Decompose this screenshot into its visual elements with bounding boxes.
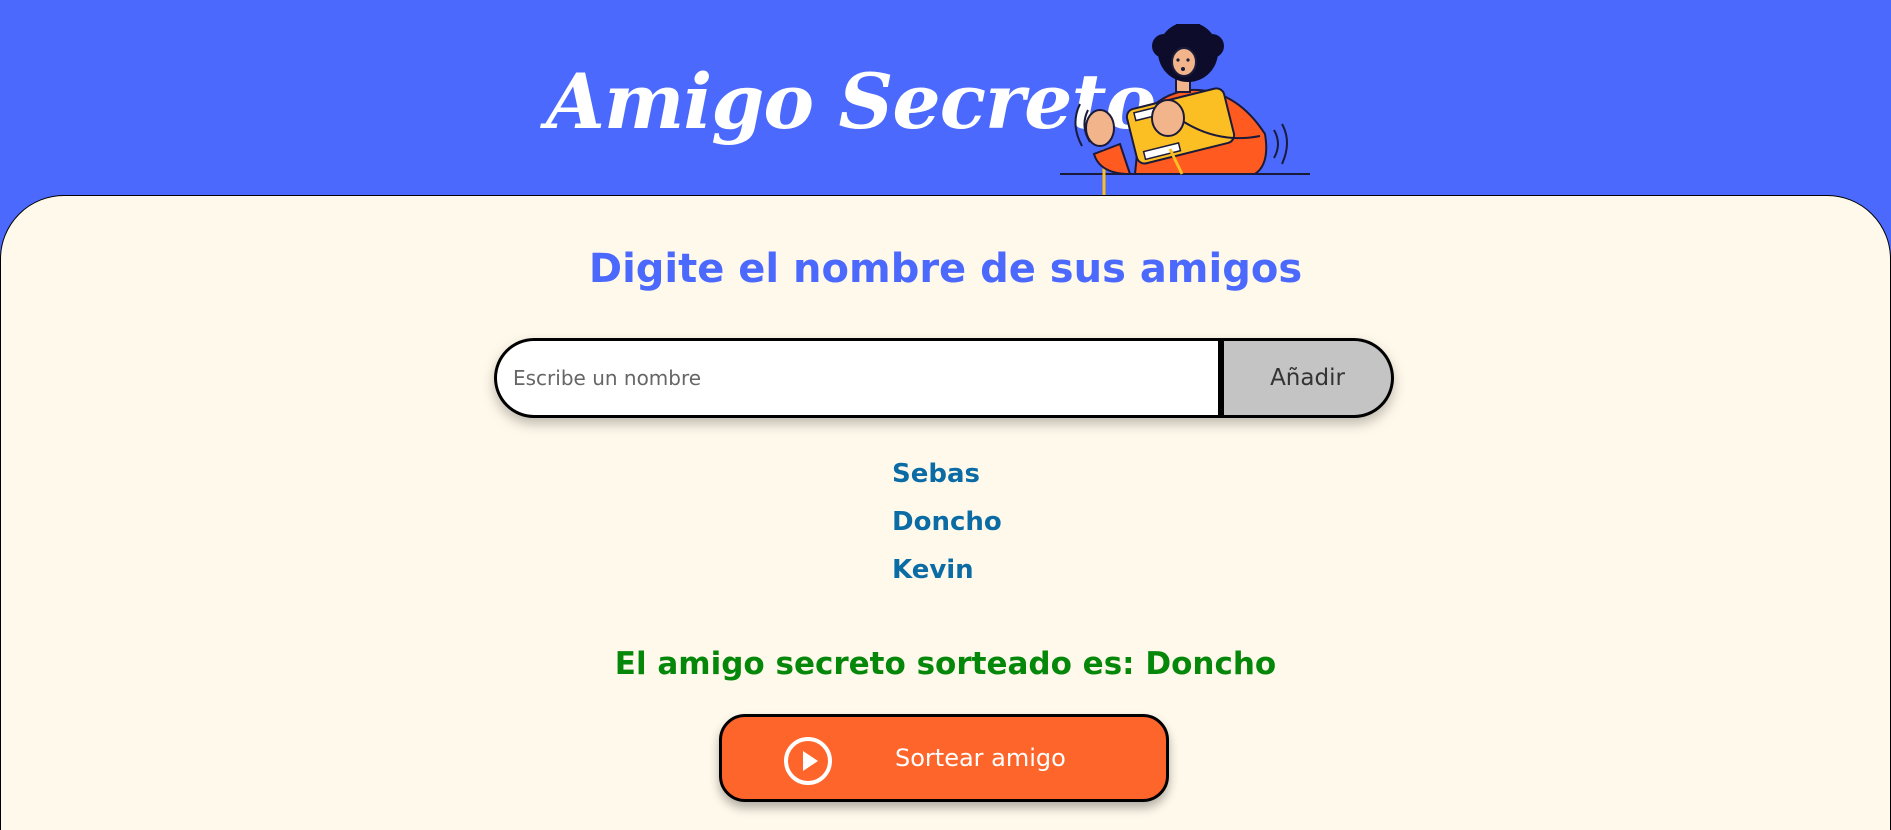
page-header: Amigo Secreto	[0, 0, 1891, 200]
draw-result: El amigo secreto sorteado es: Doncho	[614, 646, 1277, 682]
add-friend-form: Añadir	[494, 338, 1394, 418]
play-circle-icon	[784, 737, 832, 785]
list-item: Kevin	[892, 555, 974, 585]
draw-button-label: Sortear amigo	[895, 744, 1066, 772]
friend-list: Sebas Doncho Kevin	[892, 450, 1002, 594]
section-subtitle: Digite el nombre de sus amigos	[588, 246, 1303, 292]
draw-friend-button[interactable]: Sortear amigo	[719, 714, 1169, 802]
gamer-illustration	[1060, 24, 1310, 200]
name-input[interactable]	[494, 338, 1224, 418]
list-item: Doncho	[892, 507, 1002, 537]
add-button[interactable]: Añadir	[1224, 338, 1394, 418]
list-item: Sebas	[892, 459, 980, 489]
